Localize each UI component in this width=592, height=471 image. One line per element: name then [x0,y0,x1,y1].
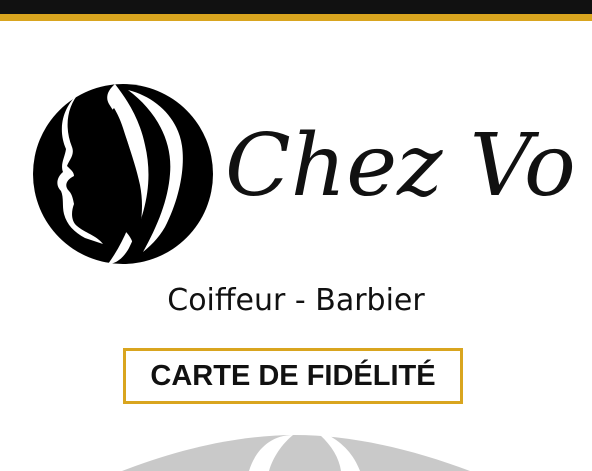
scissors-gray-icon [122,435,470,471]
profile-faces-logo-icon [33,84,213,264]
loyalty-card-label-frame: CARTE DE FIDÉLITÉ [123,348,463,404]
top-black-stripe [0,0,592,14]
top-gold-stripe [0,14,592,21]
brand-name: Chez Vous [225,116,575,216]
loyalty-card-page: Chez Vous Coiffeur - Barbier CARTE DE FI… [0,0,592,471]
brand-wordmark: Chez Vous [225,116,575,216]
brand-subtitle: Coiffeur - Barbier [167,283,425,318]
loyalty-card-label: CARTE DE FIDÉLITÉ [150,359,436,392]
